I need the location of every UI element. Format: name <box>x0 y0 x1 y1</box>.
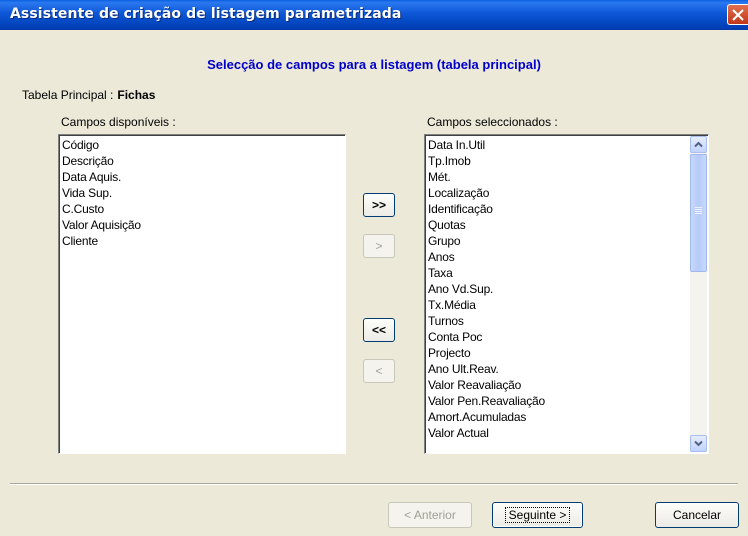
list-item[interactable]: Mét. <box>428 169 545 185</box>
list-item[interactable]: Anos <box>428 249 545 265</box>
list-item[interactable]: Quotas <box>428 217 545 233</box>
scroll-thumb[interactable] <box>690 154 707 272</box>
next-button-label: Seguinte > <box>504 507 571 523</box>
remove-all-button[interactable]: << <box>363 318 395 342</box>
step-heading: Selecção de campos para a listagem (tabe… <box>207 57 541 72</box>
available-fields-caption: Campos disponíveis : <box>61 115 176 129</box>
selected-fields-caption: Campos seleccionados : <box>427 115 558 129</box>
list-item[interactable]: Valor Pen.Reavaliação <box>428 393 545 409</box>
scroll-up-button[interactable] <box>690 136 707 153</box>
list-item[interactable]: Valor Reavaliação <box>428 377 545 393</box>
cancel-button[interactable]: Cancelar <box>655 502 739 528</box>
wizard-window: Assistente de criação de listagem parame… <box>0 0 748 536</box>
list-item[interactable]: Descrição <box>62 153 141 169</box>
scroll-down-button[interactable] <box>690 435 707 452</box>
list-item[interactable]: Projecto <box>428 345 545 361</box>
back-button[interactable]: < Anterior <box>388 502 472 528</box>
main-table-label: Tabela Principal : <box>22 88 114 102</box>
list-item[interactable]: Vida Sup. <box>62 185 141 201</box>
list-item[interactable]: Localização <box>428 185 545 201</box>
add-one-button[interactable]: > <box>363 234 395 258</box>
list-item[interactable]: Amort.Acumuladas <box>428 409 545 425</box>
list-item[interactable]: Valor Aquisição <box>62 217 141 233</box>
add-all-button[interactable]: >> <box>363 193 395 217</box>
list-item[interactable]: Taxa <box>428 265 545 281</box>
window-title: Assistente de criação de listagem parame… <box>10 6 402 22</box>
main-table-value: Fichas <box>117 88 156 102</box>
list-item[interactable]: Data In.Util <box>428 137 545 153</box>
footer-separator <box>10 483 738 485</box>
close-button[interactable] <box>727 4 748 25</box>
list-item[interactable]: Data Aquis. <box>62 169 141 185</box>
remove-one-button[interactable]: < <box>363 359 395 383</box>
selected-fields-list[interactable]: Data In.Util Tp.Imob Mét. Localização Id… <box>424 134 709 454</box>
available-fields-list[interactable]: Código Descrição Data Aquis. Vida Sup. C… <box>58 134 346 454</box>
main-table-row: Tabela Principal : Fichas <box>22 88 155 102</box>
list-item[interactable]: Código <box>62 137 141 153</box>
list-item[interactable]: Conta Poc <box>428 329 545 345</box>
list-item[interactable]: C.Custo <box>62 201 141 217</box>
list-item[interactable]: Ano Ult.Reav. <box>428 361 545 377</box>
list-item[interactable]: Tx.Média <box>428 297 545 313</box>
list-item[interactable]: Cliente <box>62 233 141 249</box>
list-item[interactable]: Tp.Imob <box>428 153 545 169</box>
list-item[interactable]: Valor Actual <box>428 425 545 441</box>
list-item[interactable]: Ano Vd.Sup. <box>428 281 545 297</box>
selected-list-scrollbar[interactable] <box>690 136 707 452</box>
list-item[interactable]: Identificação <box>428 201 545 217</box>
list-item[interactable]: Turnos <box>428 313 545 329</box>
title-bar[interactable]: Assistente de criação de listagem parame… <box>0 0 748 30</box>
next-button[interactable]: Seguinte > <box>492 502 583 528</box>
list-item[interactable]: Grupo <box>428 233 545 249</box>
